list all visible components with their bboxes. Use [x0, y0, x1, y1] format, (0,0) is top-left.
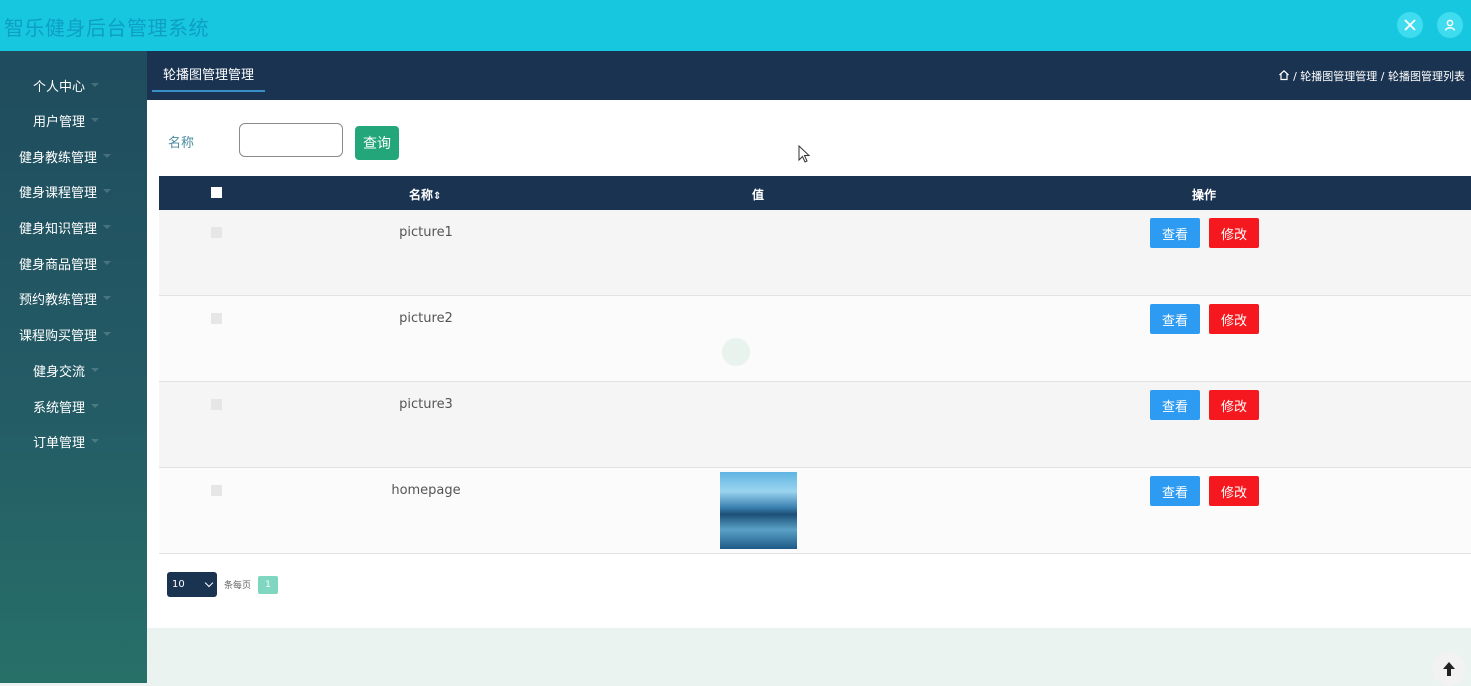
row-checkbox[interactable]	[211, 485, 222, 496]
sort-icon: ⇕	[433, 191, 442, 202]
sidebar-item-label: 个人中心	[33, 79, 86, 95]
chevron-down-icon	[103, 189, 112, 193]
chevron-down-icon	[103, 225, 112, 229]
page-size-select[interactable]: 10	[167, 572, 217, 597]
data-table: 名称⇕ 值 操作 picture1 查看 修改 picture2 查看 修改 p…	[159, 176, 1471, 554]
view-button[interactable]: 查看	[1150, 476, 1200, 506]
search-input[interactable]	[239, 123, 343, 157]
table-row: picture3 查看 修改	[159, 382, 1471, 468]
sub-header: 轮播图管理管理 / 轮播图管理管理 / 轮播图管理列表	[147, 51, 1471, 100]
search-label: 名称	[168, 136, 195, 151]
sidebar: 个人中心 用户管理 健身教练管理 健身课程管理 健身知识管理 健身商品管理 预约…	[0, 51, 147, 683]
sidebar-item-course-purchase[interactable]: 课程购买管理	[19, 321, 112, 347]
column-header-actions: 操作	[1192, 188, 1217, 202]
user-icon[interactable]	[1437, 12, 1463, 38]
sidebar-item-label: 健身交流	[33, 364, 86, 380]
edit-button[interactable]: 修改	[1209, 304, 1259, 334]
row-checkbox[interactable]	[211, 313, 222, 324]
main-content: 名称 查询 名称⇕ 值 操作 picture1 查看 修改 picture2 查…	[147, 100, 1471, 628]
sidebar-item-coach-booking[interactable]: 预约教练管理	[19, 285, 112, 311]
sidebar-item-label: 健身课程管理	[19, 185, 98, 201]
edit-button[interactable]: 修改	[1209, 390, 1259, 420]
arrow-up-icon	[1443, 662, 1455, 676]
fullscreen-icon[interactable]	[1397, 12, 1423, 38]
sidebar-item-coach-management[interactable]: 健身教练管理	[19, 143, 112, 169]
page-number-current[interactable]: 1	[258, 575, 279, 594]
table-row: picture1 查看 修改	[159, 210, 1471, 296]
back-to-top-button[interactable]	[1432, 652, 1466, 686]
loading-indicator	[722, 338, 750, 366]
edit-button[interactable]: 修改	[1209, 476, 1259, 506]
chevron-down-icon	[91, 118, 100, 122]
chevron-down-icon	[103, 261, 112, 265]
per-page-label: 条每页	[224, 581, 252, 591]
chevron-down-icon	[91, 368, 100, 372]
tab-carousel-management[interactable]: 轮播图管理管理	[152, 60, 266, 92]
mouse-cursor-icon	[798, 144, 812, 165]
sidebar-item-label: 系统管理	[33, 400, 86, 416]
view-button[interactable]: 查看	[1150, 304, 1200, 334]
app-title: 智乐健身后台管理系统	[4, 16, 209, 40]
row-name: picture3	[399, 397, 453, 412]
search-button[interactable]: 查询	[355, 126, 399, 160]
breadcrumb-text: / 轮播图管理管理 / 轮播图管理列表	[1293, 70, 1465, 83]
chevron-down-icon	[91, 404, 100, 408]
row-name: picture1	[399, 225, 453, 240]
table-header: 名称⇕ 值 操作	[159, 176, 1471, 210]
sidebar-item-user-management[interactable]: 用户管理	[33, 107, 100, 133]
sidebar-item-knowledge-management[interactable]: 健身知识管理	[19, 214, 112, 240]
sidebar-item-label: 健身教练管理	[19, 150, 98, 166]
sidebar-item-label: 预约教练管理	[19, 292, 98, 308]
chevron-down-icon	[204, 578, 214, 588]
chevron-down-icon	[103, 332, 112, 336]
edit-button[interactable]: 修改	[1209, 218, 1259, 248]
sidebar-item-label: 课程购买管理	[19, 328, 98, 344]
select-all-checkbox[interactable]	[211, 187, 222, 198]
sidebar-item-label: 健身知识管理	[19, 221, 98, 237]
row-checkbox[interactable]	[211, 399, 222, 410]
sidebar-item-label: 订单管理	[33, 435, 86, 451]
sidebar-item-order-management[interactable]: 订单管理	[33, 428, 100, 454]
row-name: homepage	[391, 483, 461, 498]
pagination: 10 条每页 1	[167, 572, 279, 597]
sidebar-item-product-management[interactable]: 健身商品管理	[19, 250, 112, 276]
home-icon[interactable]	[1278, 69, 1290, 84]
sidebar-item-label: 用户管理	[33, 114, 86, 130]
view-button[interactable]: 查看	[1150, 218, 1200, 248]
sidebar-item-personal-center[interactable]: 个人中心	[33, 72, 100, 98]
sidebar-item-fitness-forum[interactable]: 健身交流	[33, 357, 100, 383]
table-row: picture2 查看 修改	[159, 296, 1471, 382]
chevron-down-icon	[91, 439, 100, 443]
sidebar-item-course-management[interactable]: 健身课程管理	[19, 178, 112, 204]
column-header-value: 值	[752, 188, 765, 202]
column-header-name[interactable]: 名称⇕	[409, 186, 441, 203]
sidebar-item-system-management[interactable]: 系统管理	[33, 393, 100, 419]
table-row: homepage 查看 修改	[159, 468, 1471, 554]
sidebar-item-label: 健身商品管理	[19, 257, 98, 273]
chevron-down-icon	[91, 83, 100, 87]
row-thumbnail-image[interactable]	[720, 472, 797, 549]
chevron-down-icon	[103, 296, 112, 300]
row-name: picture2	[399, 311, 453, 326]
row-checkbox[interactable]	[211, 227, 222, 238]
chevron-down-icon	[103, 154, 112, 158]
breadcrumb: / 轮播图管理管理 / 轮播图管理列表	[1278, 68, 1465, 84]
top-bar: 智乐健身后台管理系统	[0, 0, 1471, 51]
view-button[interactable]: 查看	[1150, 390, 1200, 420]
